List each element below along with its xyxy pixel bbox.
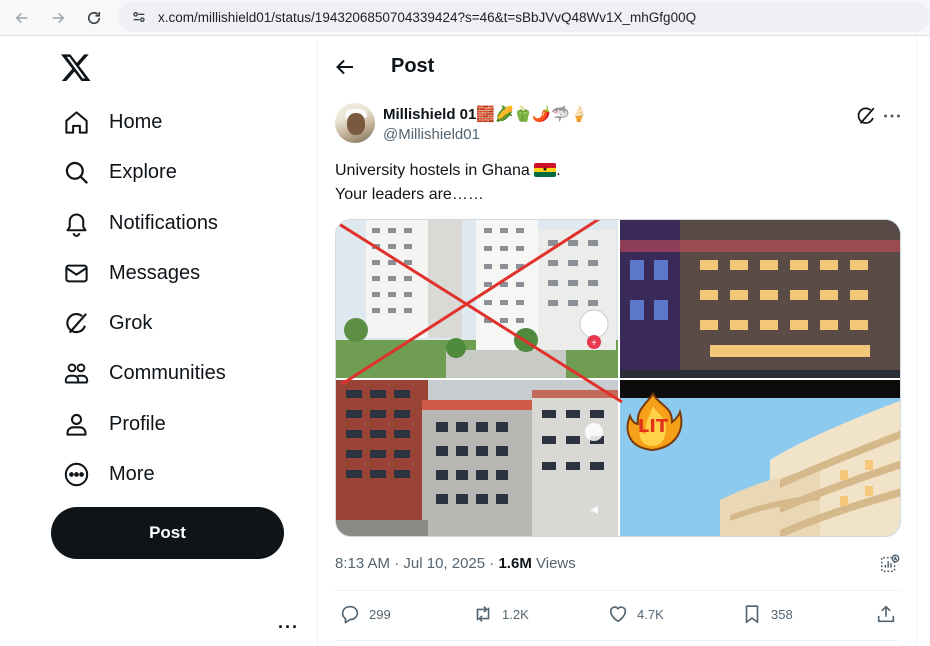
share-icon [877, 605, 895, 623]
reply-icon [341, 605, 359, 624]
site-info-icon[interactable] [128, 6, 150, 28]
home-icon [60, 106, 92, 138]
sidebar-item-label: Notifications [109, 211, 218, 234]
reply-count: 299 [369, 606, 391, 622]
lit-fire-sticker: LIT [622, 392, 684, 452]
account-more-icon[interactable]: ··· [278, 617, 299, 638]
browser-reload-icon[interactable] [82, 6, 106, 30]
author-handle[interactable]: @Millishield01 [383, 126, 480, 143]
author-display-name[interactable]: Millishield 01🧱🌽🫑🌶️🦈🍦 [383, 105, 588, 123]
media-image-2[interactable] [620, 220, 900, 378]
divider [335, 640, 901, 641]
sidebar-item-home[interactable]: Home [60, 102, 162, 142]
x-logo-icon[interactable] [60, 51, 92, 83]
ghana-flag-icon: ★ [534, 163, 557, 177]
back-arrow-icon[interactable] [333, 55, 357, 79]
bookmark-icon [745, 605, 759, 624]
repost-icon [476, 606, 490, 622]
sidebar-item-notifications[interactable]: Notifications [60, 203, 218, 243]
left-sidebar: Home Explore Notifications Messages Grok… [0, 37, 318, 646]
red-cross-overlay [336, 220, 623, 404]
more-options-icon[interactable] [881, 105, 903, 127]
browser-back-icon[interactable] [10, 6, 34, 30]
divider [335, 590, 901, 591]
share-button[interactable] [875, 603, 905, 625]
post-button[interactable]: Post [51, 507, 284, 559]
sidebar-item-label: Home [109, 110, 163, 133]
bookmark-count: 358 [771, 606, 793, 622]
grok-icon [60, 307, 92, 339]
tweet-date[interactable]: Jul 10, 2025 [403, 555, 485, 572]
tweet-text: University hostels in Ghana ★. Your lead… [335, 159, 561, 207]
sidebar-item-label: Grok [109, 311, 153, 334]
sidebar-item-label: Communities [109, 361, 226, 384]
tweet-text-period: . [556, 162, 561, 179]
people-icon [60, 357, 92, 389]
heart-icon [609, 606, 627, 623]
sidebar-item-grok[interactable]: Grok [60, 303, 152, 343]
bell-icon [60, 207, 92, 239]
avatar[interactable] [335, 103, 375, 143]
sidebar-item-label: Profile [109, 412, 166, 435]
tweet-actions: 299 1.2K 4.7K 358 [319, 603, 917, 633]
sidebar-item-more[interactable]: More [60, 454, 155, 494]
bookmark-button[interactable]: 358 [741, 603, 793, 625]
views-label: Views [536, 555, 576, 572]
envelope-icon [60, 257, 92, 289]
sidebar-item-communities[interactable]: Communities [60, 353, 226, 393]
sidebar-item-explore[interactable]: Explore [60, 152, 177, 192]
sidebar-item-label: Explore [109, 160, 177, 183]
main-column: Post Millishield 01🧱🌽🫑🌶️🦈🍦 @Millishield0… [319, 37, 917, 646]
like-count: 4.7K [637, 606, 664, 622]
person-icon [60, 408, 92, 440]
tweet-text-line2: Your leaders are…… [335, 186, 484, 203]
more-circle-icon [60, 458, 92, 490]
views-count: 1.6M [498, 555, 532, 572]
tweet-meta: 8:13 AM · Jul 10, 2025 · 1.6M Views [335, 555, 576, 572]
address-bar[interactable]: x.com/millishield01/status/1943206850704… [118, 2, 930, 32]
browser-forward-icon[interactable] [46, 6, 70, 30]
analytics-icon[interactable] [879, 553, 901, 575]
repost-button[interactable]: 1.2K [472, 603, 529, 625]
grok-icon[interactable] [855, 105, 877, 127]
tweet-time[interactable]: 8:13 AM [335, 555, 390, 572]
like-button[interactable]: 4.7K [607, 603, 664, 625]
page-title: Post [391, 55, 435, 77]
repost-count: 1.2K [502, 606, 529, 622]
search-icon [60, 156, 92, 188]
sidebar-item-messages[interactable]: Messages [60, 253, 200, 293]
lit-sticker-text: LIT [637, 416, 669, 437]
sidebar-item-label: More [109, 462, 155, 485]
sidebar-item-label: Messages [109, 261, 201, 284]
url-text[interactable]: x.com/millishield01/status/1943206850704… [158, 10, 696, 25]
browser-toolbar: x.com/millishield01/status/1943206850704… [0, 0, 930, 36]
reply-button[interactable]: 299 [339, 603, 391, 625]
sidebar-item-profile[interactable]: Profile [60, 404, 166, 444]
tweet-text-line1: University hostels in Ghana [335, 162, 530, 179]
media-grid: + LIT [335, 219, 901, 537]
